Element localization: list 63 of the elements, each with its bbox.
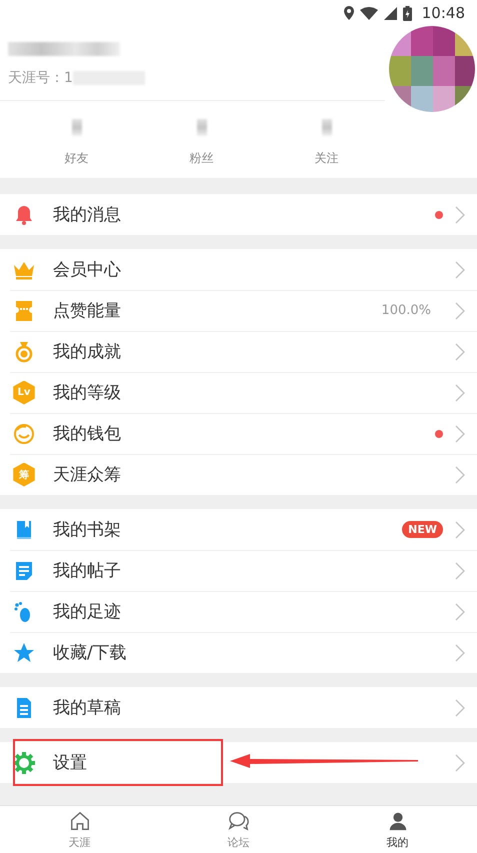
menu-value: 100.0%: [381, 303, 431, 318]
menu-item[interactable]: 会员中心: [0, 249, 477, 290]
status-time: 10:48: [422, 4, 465, 22]
menu-label: 点赞能量: [53, 300, 122, 322]
stat-label[interactable]: 粉丝: [190, 150, 214, 167]
menu-item[interactable]: 点赞能量 100.0%: [0, 290, 477, 331]
menu-label: 收藏/下载: [53, 642, 128, 664]
home-icon: [68, 810, 90, 832]
menu-item[interactable]: 我的帖子: [0, 550, 477, 591]
menu-label: 我的等级: [53, 382, 122, 404]
stat-label[interactable]: 关注: [314, 150, 338, 167]
chevron-icon: [455, 754, 465, 772]
chevron-icon: [455, 302, 465, 320]
chevron-icon: [455, 342, 465, 360]
chevron-icon: [455, 698, 465, 716]
tab-item[interactable]: 我的: [318, 806, 477, 853]
menu-item[interactable]: 我的书架 NEW: [0, 509, 477, 550]
chevron-icon: [455, 424, 465, 442]
chevron-icon: [455, 260, 465, 278]
menu-label: 我的消息: [53, 204, 122, 226]
menu-label: 我的草稿: [53, 697, 122, 719]
menu-label: 设置: [53, 752, 88, 774]
crowdfund-icon: 筹: [12, 462, 36, 486]
chevron-icon: [455, 562, 465, 580]
settings-icon: [12, 750, 36, 774]
menu-label: 我的足迹: [53, 601, 122, 623]
signal-icon: [384, 6, 397, 20]
menu-item[interactable]: 设置: [0, 742, 477, 783]
menu-label: 我的成就: [53, 341, 122, 363]
chevron-icon: [455, 384, 465, 402]
level-icon: Lv: [12, 380, 36, 404]
menu-item[interactable]: Lv 我的等级: [0, 372, 477, 413]
menu-item[interactable]: 我的成就: [0, 331, 477, 372]
menu-item[interactable]: 我的钱包: [0, 413, 477, 454]
menu-item[interactable]: 我的足迹: [0, 591, 477, 632]
menu-item[interactable]: 筹 天涯众筹: [0, 454, 477, 495]
menu-item[interactable]: 我的草稿: [0, 687, 477, 728]
smiley-icon: [12, 422, 36, 446]
wifi-icon: [360, 6, 378, 20]
chevron-icon: [455, 644, 465, 662]
chat-bubbles-icon: [228, 810, 250, 832]
menu-label: 我的书架: [53, 519, 122, 541]
chevron-icon: [455, 206, 465, 224]
menu-label: 我的帖子: [53, 560, 122, 582]
stat-label[interactable]: 好友: [64, 150, 88, 167]
battery-icon: [402, 6, 412, 20]
tab-item[interactable]: 论坛: [159, 806, 318, 853]
menu-label: 我的钱包: [53, 423, 122, 445]
menu-item[interactable]: 我的消息: [0, 194, 477, 235]
chevron-icon: [455, 602, 465, 620]
redacted-count: [72, 119, 82, 136]
chevron-icon: [455, 466, 465, 484]
redacted-count: [196, 119, 206, 136]
chevron-icon: [455, 520, 465, 538]
star-icon: [12, 640, 36, 664]
menu-label: 会员中心: [53, 259, 122, 281]
menu-label: 天涯众筹: [53, 464, 122, 486]
account-id: 天涯号：1: [8, 69, 73, 87]
menu-item[interactable]: 收藏/下载: [0, 632, 477, 673]
tab-item[interactable]: 天涯: [0, 806, 159, 853]
location-icon: [344, 6, 354, 20]
new-badge: NEW: [402, 521, 443, 538]
redacted-count: [322, 119, 332, 136]
